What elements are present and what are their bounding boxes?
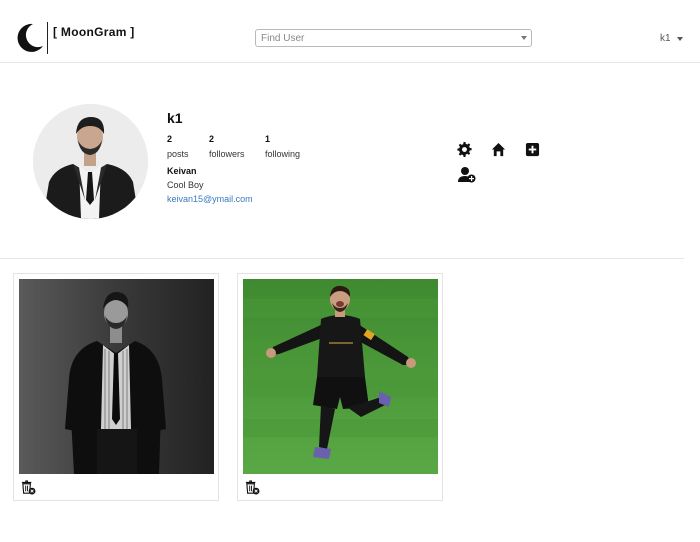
brand-separator [47, 22, 48, 54]
chevron-down-icon [676, 36, 683, 41]
brand-logo-link[interactable]: [ MoonGram ] [13, 22, 135, 54]
stat-followers[interactable]: 2 followers [209, 134, 253, 159]
plus-square-icon [525, 142, 540, 157]
user-add-icon [458, 167, 476, 183]
moon-icon [17, 23, 43, 52]
post-photo[interactable] [19, 279, 214, 474]
post-photo[interactable] [243, 279, 438, 474]
profile-email-link[interactable]: keivan15@ymail.com [167, 194, 253, 204]
profile-stats: 2 posts 2 followers 1 following [167, 134, 312, 159]
avatar-photo [33, 104, 148, 219]
stat-label: posts [167, 149, 189, 159]
settings-button[interactable] [457, 142, 472, 157]
delete-post-button[interactable] [21, 480, 36, 495]
stat-count: 2 [209, 134, 215, 144]
profile-full-name: Keivan [167, 166, 197, 176]
post-card [237, 273, 443, 501]
stat-label: followers [209, 149, 245, 159]
search-placeholder: Find User [261, 33, 305, 44]
user-menu-label: k1 [660, 33, 671, 44]
new-post-button[interactable] [525, 142, 540, 157]
post-photo-image [243, 279, 438, 474]
profile-username: k1 [167, 110, 183, 126]
profile-avatar [33, 104, 148, 219]
top-navbar: [ MoonGram ] Find User k1 [0, 0, 700, 63]
profile-divider [0, 258, 684, 259]
stat-count: 1 [265, 134, 271, 144]
post-card [13, 273, 219, 501]
stat-count: 2 [167, 134, 173, 144]
home-icon [491, 142, 506, 157]
trash-delete-icon [21, 480, 36, 495]
stat-label: following [265, 149, 301, 159]
chevron-down-icon [521, 36, 527, 40]
home-button[interactable] [491, 142, 506, 157]
stat-posts[interactable]: 2 posts [167, 134, 197, 159]
gear-icon [457, 142, 472, 157]
stat-following[interactable]: 1 following [265, 134, 300, 159]
user-menu-dropdown[interactable]: k1 [660, 33, 683, 44]
find-user-select[interactable]: Find User [255, 29, 532, 47]
brand-name: [ MoonGram ] [53, 25, 135, 39]
post-photo-image [19, 279, 214, 474]
delete-post-button[interactable] [245, 480, 260, 495]
profile-bio: Cool Boy [167, 180, 204, 190]
add-user-button[interactable] [458, 166, 476, 183]
trash-delete-icon [245, 480, 260, 495]
